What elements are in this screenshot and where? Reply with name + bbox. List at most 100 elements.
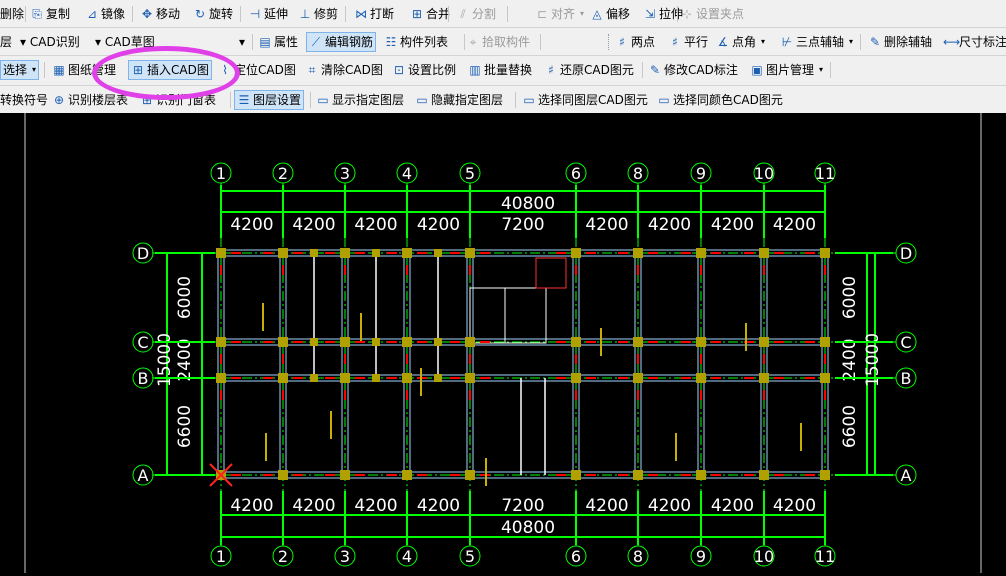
dimension-span-top: 4200 — [417, 215, 460, 235]
copy-icon: ⎘ — [32, 7, 42, 21]
toolbar-pick-component-button[interactable]: ⌖ 拾取构件 — [466, 32, 530, 52]
toolbar-point-angle-button[interactable]: ∡ 点角 ▾ — [716, 32, 765, 52]
column — [465, 337, 475, 347]
toolbar-break-button[interactable]: ⋈ 打断 — [354, 4, 394, 24]
column — [278, 248, 288, 258]
axis-label-left: C — [137, 333, 148, 352]
toolbar-button-label: 镜像 — [101, 7, 126, 21]
toolbar-button-label: 平行 — [684, 35, 709, 49]
column — [402, 337, 412, 347]
point-angle-icon: ∡ — [717, 35, 729, 49]
column — [434, 374, 442, 382]
toolbar-batch-replace-button[interactable]: ▥ 批量替换 — [468, 60, 532, 80]
toolbar-two-point-button[interactable]: ♯ 两点 — [615, 32, 655, 52]
dimension-span-top: 4200 — [648, 215, 691, 235]
toolbar-layer-settings-button[interactable]: ☰ 图层设置 — [234, 90, 305, 110]
toolbar-button-label: 删除辅轴 — [884, 35, 933, 49]
split-icon: ⫽ — [460, 7, 466, 21]
clear-cad-icon: ⌗ — [308, 63, 316, 77]
toolbar-trim-button[interactable]: ⊥ 修剪 — [298, 4, 338, 24]
toolbar-dimension-button[interactable]: ⟷ 尺寸标注 — [943, 32, 1006, 52]
toolbar-hide-layer-button[interactable]: ▭ 隐藏指定图层 — [415, 90, 503, 110]
toolbar-align-button[interactable]: ⊏ 对齐 ▾ — [535, 4, 584, 24]
column — [633, 470, 643, 480]
toolbar-button-label: 转换符号 — [0, 93, 49, 107]
column — [278, 373, 288, 383]
stair-outline — [469, 287, 547, 344]
axis-label-bottom: 3 — [340, 547, 350, 566]
dimension-span-top: 4200 — [230, 215, 273, 235]
recognize-select[interactable]: ▾ CAD识别 — [20, 33, 80, 51]
offset-icon: ◬ — [592, 7, 602, 21]
toolbar-button-label: 图层设置 — [253, 93, 302, 107]
room-annotation — [800, 423, 802, 451]
recognize-select-dropdown: ▾ — [20, 35, 27, 49]
dimension-span-top: 4200 — [711, 215, 754, 235]
toolbar-component-list-button[interactable]: ☷ 构件列表 — [384, 32, 448, 52]
toolbar-select-same-layer-button[interactable]: ▭ 选择同图层CAD图元 — [522, 90, 648, 110]
toolbar-button-label: 旋转 — [209, 7, 234, 21]
column — [696, 373, 706, 383]
toolbar-parallel-button[interactable]: ♯ 平行 — [668, 32, 708, 52]
toolbar-extend-button[interactable]: ⊣ 延伸 — [248, 4, 288, 24]
room-annotation — [360, 313, 362, 341]
select-same-layer-icon: ▭ — [523, 93, 535, 107]
toolbar-grip-point-button[interactable]: ⊹ 设置夹点 — [680, 4, 744, 24]
extend-icon: ⊣ — [249, 7, 261, 21]
toolbar-modify-cad-annotation-button[interactable]: ✎ 修改CAD标注 — [648, 60, 738, 80]
layer-label: 层 — [0, 35, 13, 49]
toolbar-copy-button[interactable]: ⎘ 复制 — [30, 4, 70, 24]
toolbar-image-manage-button[interactable]: ▣ 图片管理 ▾ — [750, 60, 823, 80]
axis-label-top: 2 — [278, 164, 288, 183]
dimension-span-bottom: 7200 — [501, 496, 544, 516]
align-icon: ⊏ — [536, 7, 548, 21]
column — [340, 337, 350, 347]
toolbar-split-button[interactable]: ⫽ 分割 — [456, 4, 496, 24]
trim-icon: ⊥ — [299, 7, 311, 21]
toolbar-mirror-button[interactable]: ⊿ 镜像 — [85, 4, 125, 24]
toolbar-restore-cad-button[interactable]: ♯ 还原CAD图元 — [544, 60, 634, 80]
column — [633, 337, 643, 347]
toolbar-move-button[interactable]: ✥ 移动 — [140, 4, 180, 24]
toolbar-merge-button[interactable]: ⊞ 合并 — [410, 4, 450, 24]
toolbar-clear-cad-button[interactable]: ⌗ 清除CAD图 — [305, 60, 383, 80]
set-scale-icon: ⊡ — [393, 63, 405, 77]
toolbar-button-label: 两点 — [631, 35, 656, 49]
toolbar-separator — [830, 62, 831, 78]
axis-label-bottom: 4 — [402, 547, 412, 566]
toolbar-properties-button[interactable]: ▤ 属性 — [258, 32, 298, 52]
axis-label-left: D — [137, 244, 149, 263]
toolbar-select-same-color-button[interactable]: ▭ 选择同颜色CAD图元 — [657, 90, 783, 110]
toolbar-edit-rebar-button[interactable]: ⟋ 编辑钢筋 — [306, 32, 377, 52]
toolbar-delete-axis-button[interactable]: ✎ 删除辅轴 — [868, 32, 932, 52]
toolbar-convert-symbol-button[interactable]: 转换符号 — [0, 90, 48, 110]
toolbar-rotate-button[interactable]: ↻ 旋转 — [193, 4, 233, 24]
toolbar-button-label: 延伸 — [264, 7, 289, 21]
toolbar-button-label: 移动 — [156, 7, 181, 21]
axis-label-top: 1 — [216, 164, 226, 183]
axis-label-bottom: 1 — [216, 547, 226, 566]
toolbar-button-label: 对齐 — [551, 7, 576, 21]
toolbar-three-point-axis-button[interactable]: ⊬ 三点辅轴 ▾ — [780, 32, 853, 52]
two-point-icon: ♯ — [619, 35, 625, 49]
properties-icon: ▤ — [259, 35, 271, 49]
toolbar-button-label: 修改CAD标注 — [664, 63, 738, 77]
dimension-span-top: 4200 — [292, 215, 335, 235]
toolbar-button-label: 分割 — [472, 7, 497, 21]
toolbar-button-label: 选择同颜色CAD图元 — [673, 93, 783, 107]
toolbar-delete-button[interactable]: 删除 — [0, 4, 24, 24]
dimension-span-bottom: 4200 — [354, 496, 397, 516]
select-button[interactable]: 选择 ▾ — [0, 60, 40, 80]
column — [571, 248, 581, 258]
toolbar-button-label: 修剪 — [314, 7, 339, 21]
column — [372, 374, 380, 382]
toolbar-set-scale-button[interactable]: ⊡ 设置比例 — [392, 60, 456, 80]
cad-drawing-canvas[interactable]: 1 1 2 2 3 3 4 4 5 5 6 6 8 8 9 9 10 10 11 11 D D C C B B A A 40800 420… — [0, 113, 1006, 573]
toolbar-show-layer-button[interactable]: ▭ 显示指定图层 — [316, 90, 404, 110]
column — [278, 470, 288, 480]
toolbar-offset-button[interactable]: ◬ 偏移 — [590, 4, 630, 24]
toolbar-button-label: 尺寸标注 — [959, 35, 1006, 49]
dimension-side-right: 2400 — [840, 338, 860, 381]
toolbar-button-label: 复制 — [46, 7, 71, 21]
dimension-span-bottom: 4200 — [292, 496, 335, 516]
